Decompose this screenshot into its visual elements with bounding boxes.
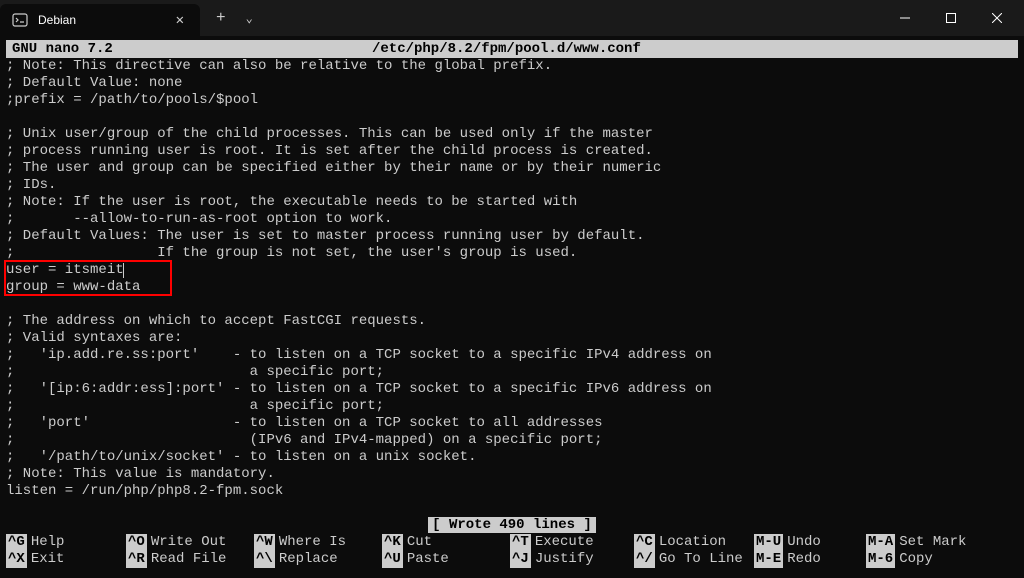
editor-content[interactable]: ; Note: This directive can also be relat… (0, 58, 1024, 517)
editor-line: ;prefix = /path/to/pools/$pool (6, 92, 1018, 109)
shortcut-label: Where Is (275, 534, 346, 551)
status-line: [ Wrote 490 lines ] (0, 517, 1024, 534)
nano-file-path: /etc/php/8.2/fpm/pool.d/www.conf (372, 40, 1012, 58)
shortcut-label: Copy (895, 551, 933, 568)
shortcut-key: ^R (126, 551, 147, 568)
shortcut-key: M-A (866, 534, 895, 551)
shortcut-item[interactable]: M-ERedo (754, 551, 866, 568)
shortcut-key: ^T (510, 534, 531, 551)
shortcut-label: Replace (275, 551, 338, 568)
shortcut-item[interactable]: ^UPaste (382, 551, 510, 568)
tab-actions: + ⌄ (200, 0, 261, 36)
editor-line: ; 'port' - to listen on a TCP socket to … (6, 415, 1018, 432)
editor-line: ; Valid syntaxes are: (6, 330, 1018, 347)
editor-line: ; IDs. (6, 177, 1018, 194)
editor-line (6, 500, 1018, 517)
new-tab-button[interactable]: + (208, 5, 234, 31)
shortcut-label: Paste (403, 551, 449, 568)
shortcut-label: Go To Line (655, 551, 743, 568)
nano-header: GNU nano 7.2 /etc/php/8.2/fpm/pool.d/www… (6, 40, 1018, 58)
editor-line: ; Note: This directive can also be relat… (6, 58, 1018, 75)
shortcut-key: ^C (634, 534, 655, 551)
shortcut-key: ^G (6, 534, 27, 551)
shortcut-label: Justify (531, 551, 594, 568)
editor-line: ; Note: If the user is root, the executa… (6, 194, 1018, 211)
shortcut-key: ^K (382, 534, 403, 551)
shortcut-item[interactable]: ^WWhere Is (254, 534, 382, 551)
shortcut-key: M-U (754, 534, 783, 551)
shortcut-item[interactable]: ^\Replace (254, 551, 382, 568)
close-icon[interactable]: ✕ (170, 10, 190, 31)
editor-line: ; Note: This value is mandatory. (6, 466, 1018, 483)
shortcut-key: ^X (6, 551, 27, 568)
shortcut-label: Help (27, 534, 65, 551)
tab-dropdown-button[interactable]: ⌄ (238, 7, 261, 30)
shortcut-key: ^/ (634, 551, 655, 568)
editor-line: ; If the group is not set, the user's gr… (6, 245, 1018, 262)
shortcut-label: Write Out (147, 534, 227, 551)
editor-line: ; Default Values: The user is set to mas… (6, 228, 1018, 245)
editor-line: ; 'ip.add.re.ss:port' - to listen on a T… (6, 347, 1018, 364)
shortcut-label: Exit (27, 551, 65, 568)
shortcut-item[interactable]: ^/Go To Line (634, 551, 754, 568)
shortcut-item[interactable]: ^GHelp (6, 534, 126, 551)
maximize-button[interactable] (928, 2, 974, 34)
editor-line: group = www-data (6, 279, 1018, 296)
shortcut-label: Undo (783, 534, 821, 551)
editor-line: listen = /run/php/php8.2-fpm.sock (6, 483, 1018, 500)
editor-line (6, 296, 1018, 313)
shortcut-bar: ^GHelp^OWrite Out^WWhere Is^KCut^TExecut… (0, 534, 1024, 568)
editor-line: user = itsmeit (6, 262, 1018, 279)
shortcut-label: Location (655, 534, 726, 551)
shortcut-item[interactable]: ^OWrite Out (126, 534, 254, 551)
shortcut-item[interactable]: M-UUndo (754, 534, 866, 551)
shortcut-key: ^\ (254, 551, 275, 568)
editor-line: ; '[ip:6:addr:ess]:port' - to listen on … (6, 381, 1018, 398)
shortcut-label: Redo (783, 551, 821, 568)
shortcut-item[interactable]: ^TExecute (510, 534, 634, 551)
shortcut-label: Read File (147, 551, 227, 568)
editor-line: ; Default Value: none (6, 75, 1018, 92)
shortcut-label: Execute (531, 534, 594, 551)
shortcut-key: ^W (254, 534, 275, 551)
nano-title: GNU nano 7.2 (12, 40, 372, 58)
minimize-button[interactable] (882, 2, 928, 34)
editor-line: ; The address on which to accept FastCGI… (6, 313, 1018, 330)
editor-line: ; --allow-to-run-as-root option to work. (6, 211, 1018, 228)
tab-area: Debian ✕ + ⌄ (0, 0, 261, 36)
shortcut-key: M-E (754, 551, 783, 568)
tab-title: Debian (38, 13, 160, 27)
editor-line: ; Unix user/group of the child processes… (6, 126, 1018, 143)
shortcut-item[interactable]: ^CLocation (634, 534, 754, 551)
shortcut-key: ^J (510, 551, 531, 568)
editor-line: ; (IPv6 and IPv4-mapped) on a specific p… (6, 432, 1018, 449)
terminal-icon (12, 12, 28, 28)
editor-line: ; a specific port; (6, 398, 1018, 415)
window-controls (882, 2, 1020, 34)
editor-line (6, 109, 1018, 126)
editor-line: ; The user and group can be specified ei… (6, 160, 1018, 177)
shortcut-item[interactable]: ^RRead File (126, 551, 254, 568)
shortcut-label: Set Mark (895, 534, 966, 551)
tab-debian[interactable]: Debian ✕ (0, 4, 200, 36)
shortcut-key: ^U (382, 551, 403, 568)
shortcut-item[interactable]: M-ASet Mark (866, 534, 986, 551)
titlebar: Debian ✕ + ⌄ (0, 0, 1024, 36)
status-text: [ Wrote 490 lines ] (428, 517, 596, 533)
shortcut-item[interactable]: M-6Copy (866, 551, 986, 568)
close-button[interactable] (974, 2, 1020, 34)
editor-line: ; '/path/to/unix/socket' - to listen on … (6, 449, 1018, 466)
editor-line: ; a specific port; (6, 364, 1018, 381)
shortcut-item[interactable]: ^XExit (6, 551, 126, 568)
editor-line: ; process running user is root. It is se… (6, 143, 1018, 160)
shortcut-key: ^O (126, 534, 147, 551)
shortcut-label: Cut (403, 534, 432, 551)
shortcut-item[interactable]: ^KCut (382, 534, 510, 551)
shortcut-item[interactable]: ^JJustify (510, 551, 634, 568)
shortcut-key: M-6 (866, 551, 895, 568)
